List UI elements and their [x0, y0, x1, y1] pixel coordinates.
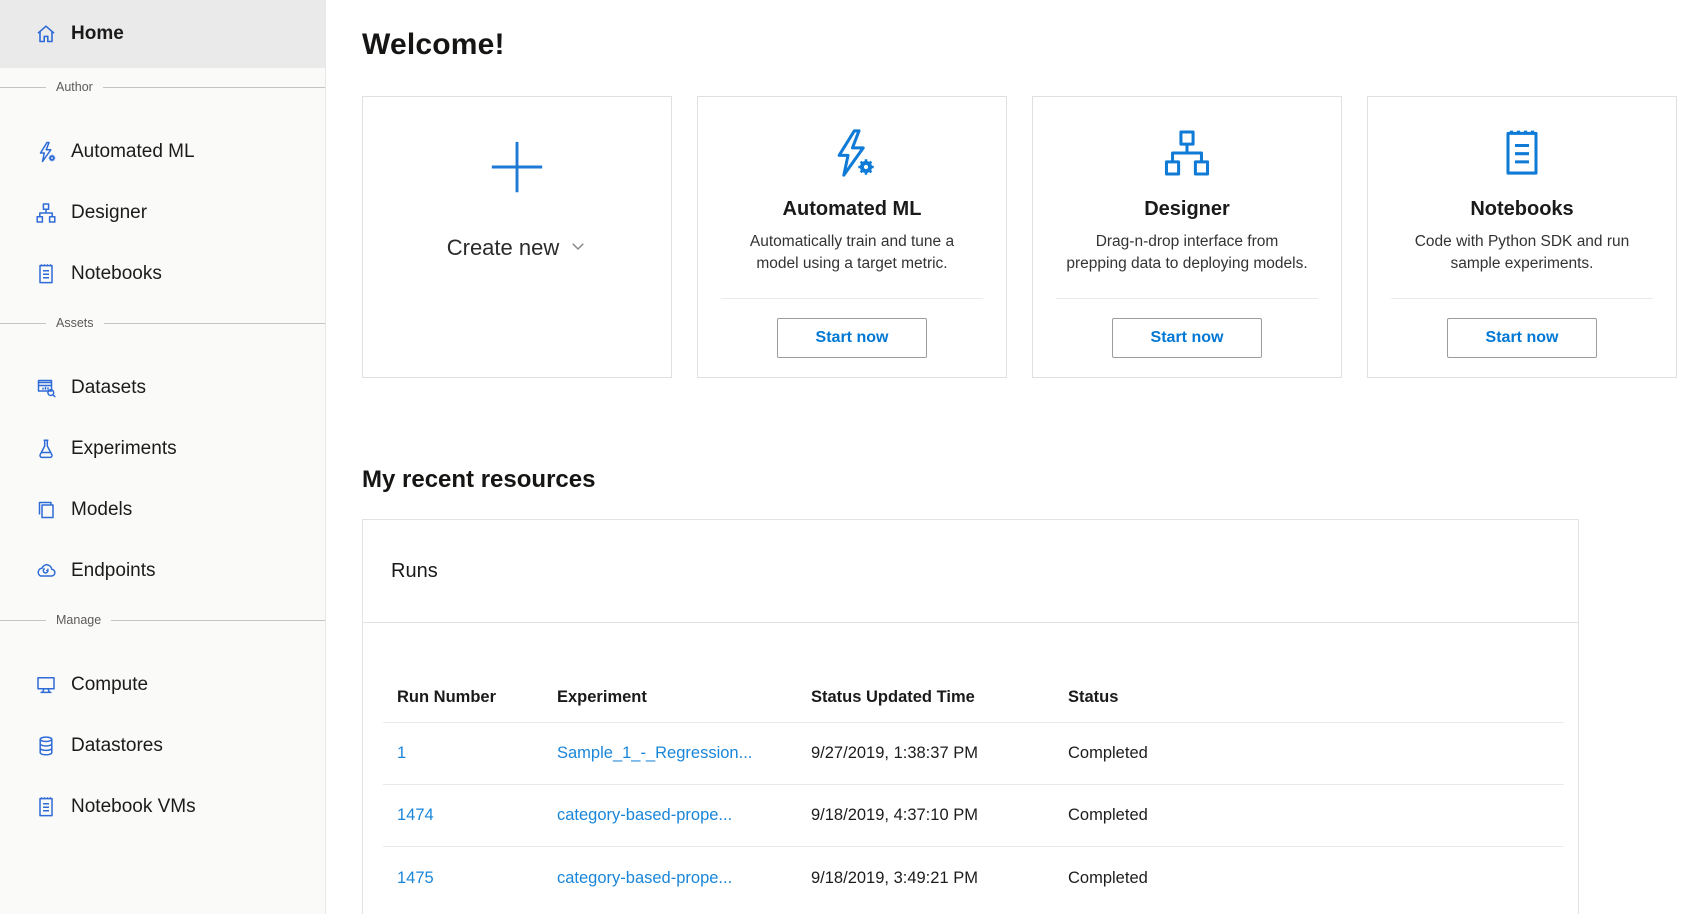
- run-number-link[interactable]: 1474: [397, 806, 434, 824]
- automated-ml-icon: [34, 140, 58, 164]
- section-label: Author: [56, 80, 93, 94]
- divider: [103, 87, 325, 88]
- sidebar-item-experiments[interactable]: Experiments: [0, 418, 325, 479]
- status-value: Completed: [1068, 744, 1564, 763]
- sidebar-item-label: Endpoints: [71, 560, 156, 582]
- sidebar-section-manage: Manage: [0, 601, 325, 639]
- sidebar-item-datastores[interactable]: Datastores: [0, 715, 325, 776]
- divider: [104, 323, 325, 324]
- divider: [0, 620, 46, 621]
- runs-panel: Runs Run Number Experiment Status Update…: [362, 519, 1579, 914]
- section-label: Manage: [56, 613, 101, 627]
- compute-icon: [34, 673, 58, 697]
- azure-ml-studio-home: Home Author Aut: [0, 0, 1686, 914]
- divider: [0, 87, 46, 88]
- card-description: Code with Python SDK and run sample expe…: [1399, 231, 1645, 275]
- table-row[interactable]: 1475 category-based-prope... 9/18/2019, …: [383, 847, 1564, 909]
- sidebar-item-label: Datastores: [71, 735, 163, 757]
- start-now-button-automated-ml[interactable]: Start now: [777, 318, 927, 358]
- sidebar: Home Author Aut: [0, 0, 326, 914]
- sidebar-item-label: Datasets: [71, 377, 146, 399]
- status-value: Completed: [1068, 869, 1564, 888]
- sidebar-item-home[interactable]: Home: [0, 0, 325, 68]
- datastores-icon: [34, 734, 58, 758]
- runs-panel-title: Runs: [363, 520, 1578, 623]
- create-new-card[interactable]: Create new: [362, 96, 672, 378]
- run-number-link[interactable]: 1: [397, 744, 406, 762]
- sidebar-item-label: Automated ML: [71, 141, 195, 163]
- status-updated-time: 9/18/2019, 4:37:10 PM: [811, 806, 1068, 825]
- status-updated-time: 9/18/2019, 3:49:21 PM: [811, 869, 1068, 888]
- table-header-row: Run Number Experiment Status Updated Tim…: [383, 673, 1564, 723]
- endpoints-icon: [34, 559, 58, 583]
- notebooks-icon: [1494, 122, 1550, 184]
- sidebar-item-label: Notebooks: [71, 263, 162, 285]
- main-content: Welcome! Create new: [326, 0, 1686, 914]
- sidebar-item-label: Experiments: [71, 438, 177, 460]
- designer-icon: [1159, 122, 1215, 184]
- divider: [0, 323, 46, 324]
- status-updated-time: 9/27/2019, 1:38:37 PM: [811, 744, 1068, 763]
- automated-ml-card: Automated ML Automatically train and tun…: [697, 96, 1007, 378]
- column-header-run-number: Run Number: [383, 688, 557, 707]
- sidebar-item-datasets[interactable]: Datasets: [0, 357, 325, 418]
- start-now-button-designer[interactable]: Start now: [1112, 318, 1262, 358]
- sidebar-item-notebook-vms[interactable]: Notebook VMs: [0, 776, 325, 837]
- card-title: Notebooks: [1470, 198, 1573, 221]
- sidebar-item-label: Models: [71, 499, 132, 521]
- card-description: Drag-n-drop interface from prepping data…: [1064, 231, 1310, 275]
- table-row[interactable]: 1474 category-based-prope... 9/18/2019, …: [383, 785, 1564, 847]
- card-title: Automated ML: [783, 198, 922, 221]
- column-header-status-updated-time: Status Updated Time: [811, 688, 1068, 707]
- page-title: Welcome!: [362, 28, 1686, 62]
- sidebar-item-label: Compute: [71, 674, 148, 696]
- sidebar-item-designer[interactable]: Designer: [0, 182, 325, 243]
- column-header-experiment: Experiment: [557, 688, 811, 707]
- create-new-label: Create new: [447, 235, 560, 261]
- card-title: Designer: [1144, 198, 1230, 221]
- designer-icon: [34, 201, 58, 225]
- notebook-vms-icon: [34, 795, 58, 819]
- table-row[interactable]: 1 Sample_1_-_Regression... 9/27/2019, 1:…: [383, 723, 1564, 785]
- status-value: Completed: [1068, 806, 1564, 825]
- card-description: Automatically train and tune a model usi…: [729, 231, 975, 275]
- chevron-down-icon: [569, 235, 587, 261]
- column-header-status: Status: [1068, 688, 1564, 707]
- run-number-link[interactable]: 1475: [397, 869, 434, 887]
- notebooks-card: Notebooks Code with Python SDK and run s…: [1367, 96, 1677, 378]
- start-now-button-notebooks[interactable]: Start now: [1447, 318, 1597, 358]
- section-label: Assets: [56, 316, 94, 330]
- sidebar-item-automated-ml[interactable]: Automated ML: [0, 121, 325, 182]
- sidebar-item-label: Designer: [71, 202, 147, 224]
- notebooks-icon: [34, 262, 58, 286]
- plus-icon: [486, 135, 548, 199]
- experiment-link[interactable]: category-based-prope...: [557, 869, 732, 887]
- experiment-link[interactable]: Sample_1_-_Regression...: [557, 744, 752, 762]
- sidebar-item-endpoints[interactable]: Endpoints: [0, 540, 325, 601]
- runs-table: Run Number Experiment Status Updated Tim…: [363, 673, 1578, 909]
- sidebar-section-author: Author: [0, 68, 325, 106]
- sidebar-item-models[interactable]: Models: [0, 479, 325, 540]
- sidebar-item-notebooks[interactable]: Notebooks: [0, 243, 325, 304]
- sidebar-item-compute[interactable]: Compute: [0, 654, 325, 715]
- sidebar-section-assets: Assets: [0, 304, 325, 342]
- models-icon: [34, 498, 58, 522]
- divider: [111, 620, 325, 621]
- feature-cards-row: Create new: [362, 96, 1686, 378]
- experiment-link[interactable]: category-based-prope...: [557, 806, 732, 824]
- sidebar-item-label: Home: [71, 23, 124, 45]
- automated-ml-icon: [824, 122, 880, 184]
- recent-resources-title: My recent resources: [362, 466, 1686, 494]
- experiments-icon: [34, 437, 58, 461]
- designer-card: Designer Drag-n-drop interface from prep…: [1032, 96, 1342, 378]
- home-icon: [34, 22, 58, 46]
- datasets-icon: [34, 376, 58, 400]
- sidebar-item-label: Notebook VMs: [71, 796, 196, 818]
